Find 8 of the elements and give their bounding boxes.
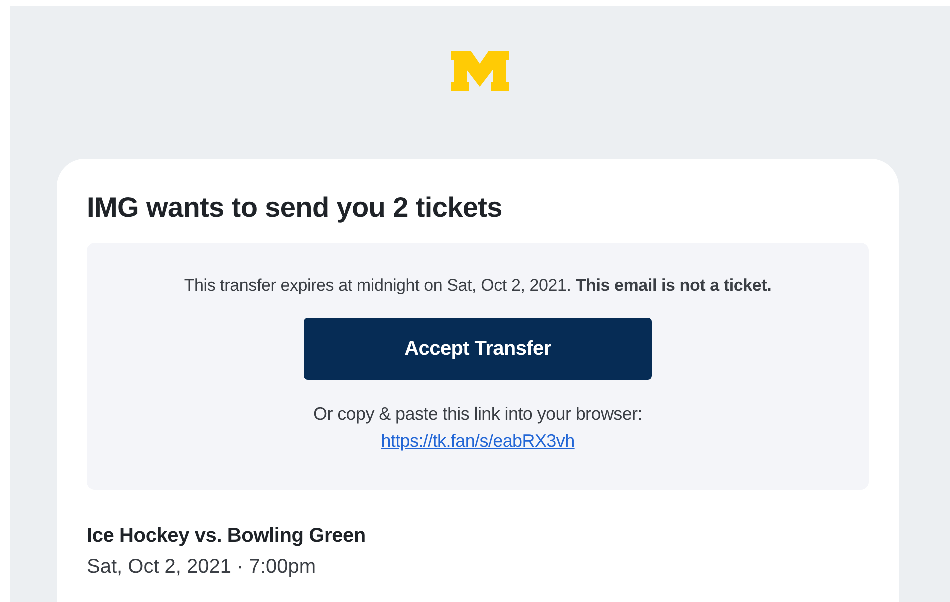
copy-link-hint: Or copy & paste this link into your browser: <box>314 404 642 425</box>
accept-transfer-button[interactable]: Accept Transfer <box>304 318 652 380</box>
event-date: Sat, Oct 2, 2021 · 7:00pm <box>87 556 316 579</box>
expiry-notice: This transfer expires at midnight on Sat, Oct 2, 2021. This email is not a ticket. <box>184 276 772 296</box>
card-title: IMG wants to send you 2 tickets <box>87 192 504 224</box>
logo-icon <box>451 51 509 91</box>
transfer-link[interactable]: https://tk.fan/s/eabRX3vh <box>381 431 575 452</box>
event-name: Ice Hockey vs. Bowling Green <box>87 525 366 548</box>
